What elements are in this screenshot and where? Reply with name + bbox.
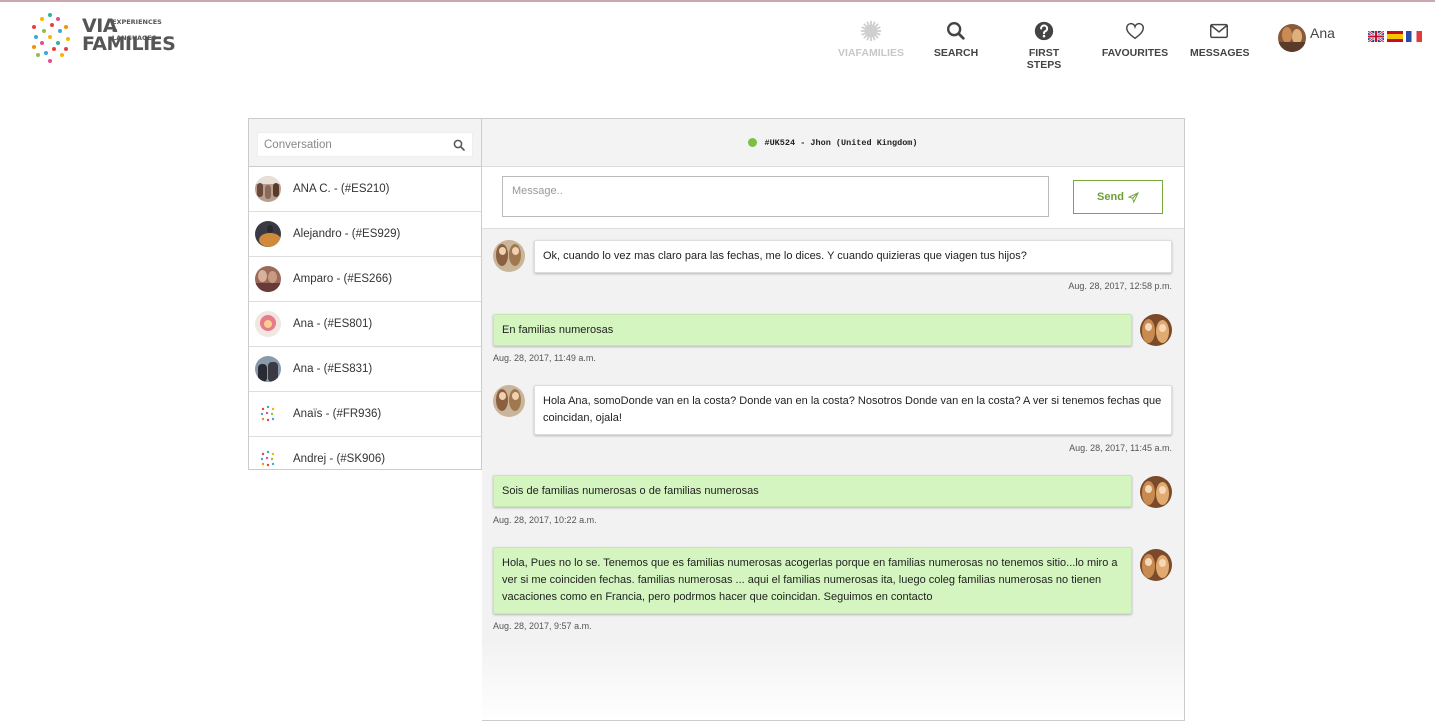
avatar — [1140, 549, 1172, 581]
scroll-fade — [482, 640, 1184, 720]
message-timestamp: Aug. 28, 2017, 11:45 a.m. — [1069, 443, 1172, 453]
search-icon[interactable] — [453, 139, 465, 151]
conversation-item[interactable]: Amparo - (#ES266) — [249, 257, 481, 302]
avatar — [255, 446, 281, 469]
send-button[interactable]: Send — [1073, 180, 1163, 214]
nav-favourites-label: FAVOURITES — [1101, 47, 1169, 59]
avatar — [493, 240, 525, 272]
message-bubble: En familias numerosas — [493, 314, 1132, 346]
conversation-search-box — [257, 132, 473, 157]
conversation-label: Alejandro - (#ES929) — [293, 228, 401, 240]
search-icon — [947, 22, 965, 40]
nav-messages-label: MESSAGES — [1190, 47, 1250, 59]
avatar — [493, 385, 525, 417]
conversation-search-input[interactable] — [258, 133, 472, 156]
online-status-dot — [748, 138, 758, 147]
flag-fr-icon[interactable] — [1406, 31, 1422, 42]
envelope-icon — [1210, 23, 1228, 39]
avatar — [255, 401, 281, 427]
nav-search-label: SEARCH — [933, 47, 979, 59]
message-timestamp: Aug. 28, 2017, 12:58 p.m. — [1068, 281, 1172, 291]
nav-favourites[interactable]: FAVOURITES — [1101, 20, 1169, 59]
logo-families-text: FAMILIES — [82, 33, 176, 55]
message-bubble: Sois de familias numerosas o de familias… — [493, 475, 1132, 507]
user-menu[interactable]: Ana — [1278, 24, 1335, 52]
question-icon — [1034, 21, 1054, 41]
user-name: Ana — [1310, 25, 1335, 41]
conversation-item[interactable]: Ana - (#ES831) — [249, 347, 481, 392]
conversation-label: Ana - (#ES831) — [293, 363, 373, 375]
nav-viafamilies-label: VIAFAMILIES — [838, 47, 904, 59]
nav-viafamilies[interactable]: VIAFAMILIES — [838, 20, 904, 59]
nav-search[interactable]: SEARCH — [932, 20, 980, 59]
logo-dots-icon — [30, 11, 78, 63]
gear-icon — [860, 20, 882, 42]
conversation-search-bar — [249, 119, 481, 167]
nav-messages[interactable]: MESSAGES — [1190, 20, 1250, 59]
compose-area: Send — [482, 167, 1184, 229]
chat-header: #UK524 - Jhon (United Kingdom) — [482, 119, 1184, 167]
conversation-item[interactable]: Anaïs - (#FR936) — [249, 392, 481, 437]
conversation-item[interactable]: ANA C. - (#ES210) — [249, 167, 481, 212]
viafamilies-logo[interactable]: VIA EXPERIENCES & LANGUAGES FAMILIES — [30, 11, 176, 63]
message-timestamp: Aug. 28, 2017, 11:49 a.m. — [493, 353, 596, 363]
paper-plane-icon — [1127, 191, 1139, 203]
heart-icon — [1126, 22, 1144, 40]
message-timestamp: Aug. 28, 2017, 9:57 a.m. — [493, 621, 592, 631]
conversation-label: ANA C. - (#ES210) — [293, 183, 390, 195]
avatar — [255, 266, 281, 292]
language-selector — [1368, 31, 1422, 42]
conversation-item[interactable]: Andrej - (#SK906) — [249, 437, 481, 469]
send-button-label: Send — [1097, 191, 1124, 203]
message-input[interactable] — [502, 176, 1049, 217]
avatar — [255, 176, 281, 202]
conversation-label: Ana - (#ES801) — [293, 318, 373, 330]
flag-uk-icon[interactable] — [1368, 31, 1384, 42]
nav-first-steps-label: FIRST STEPS — [1026, 47, 1062, 71]
conversation-label: Andrej - (#SK906) — [293, 453, 386, 465]
conversation-label: Anaïs - (#FR936) — [293, 408, 382, 420]
nav-first-steps[interactable]: FIRST STEPS — [1012, 20, 1076, 71]
avatar — [255, 356, 281, 382]
top-border — [0, 0, 1435, 2]
message-bubble: Ok, cuando lo vez mas claro para las fec… — [534, 240, 1172, 273]
message-bubble: Hola, Pues no lo se. Tenemos que es fami… — [493, 547, 1132, 614]
chat-title: #UK524 - Jhon (United Kingdom) — [764, 137, 918, 148]
conversation-item[interactable]: Alejandro - (#ES929) — [249, 212, 481, 257]
avatar — [1140, 314, 1172, 346]
chat-panel: #UK524 - Jhon (United Kingdom) Send Ok, … — [482, 118, 1185, 721]
avatar — [255, 311, 281, 337]
avatar — [255, 221, 281, 247]
conversation-list-panel: ANA C. - (#ES210) Alejandro - (#ES929) A… — [248, 118, 482, 470]
message-bubble: Hola Ana, somoDonde van en la costa? Don… — [534, 385, 1172, 435]
avatar — [1140, 476, 1172, 508]
flag-es-icon[interactable] — [1387, 31, 1403, 42]
conversation-item[interactable]: Ana - (#ES801) — [249, 302, 481, 347]
message-timestamp: Aug. 28, 2017, 10:22 a.m. — [493, 515, 597, 525]
avatar — [1278, 24, 1306, 52]
conversation-label: Amparo - (#ES266) — [293, 273, 393, 285]
